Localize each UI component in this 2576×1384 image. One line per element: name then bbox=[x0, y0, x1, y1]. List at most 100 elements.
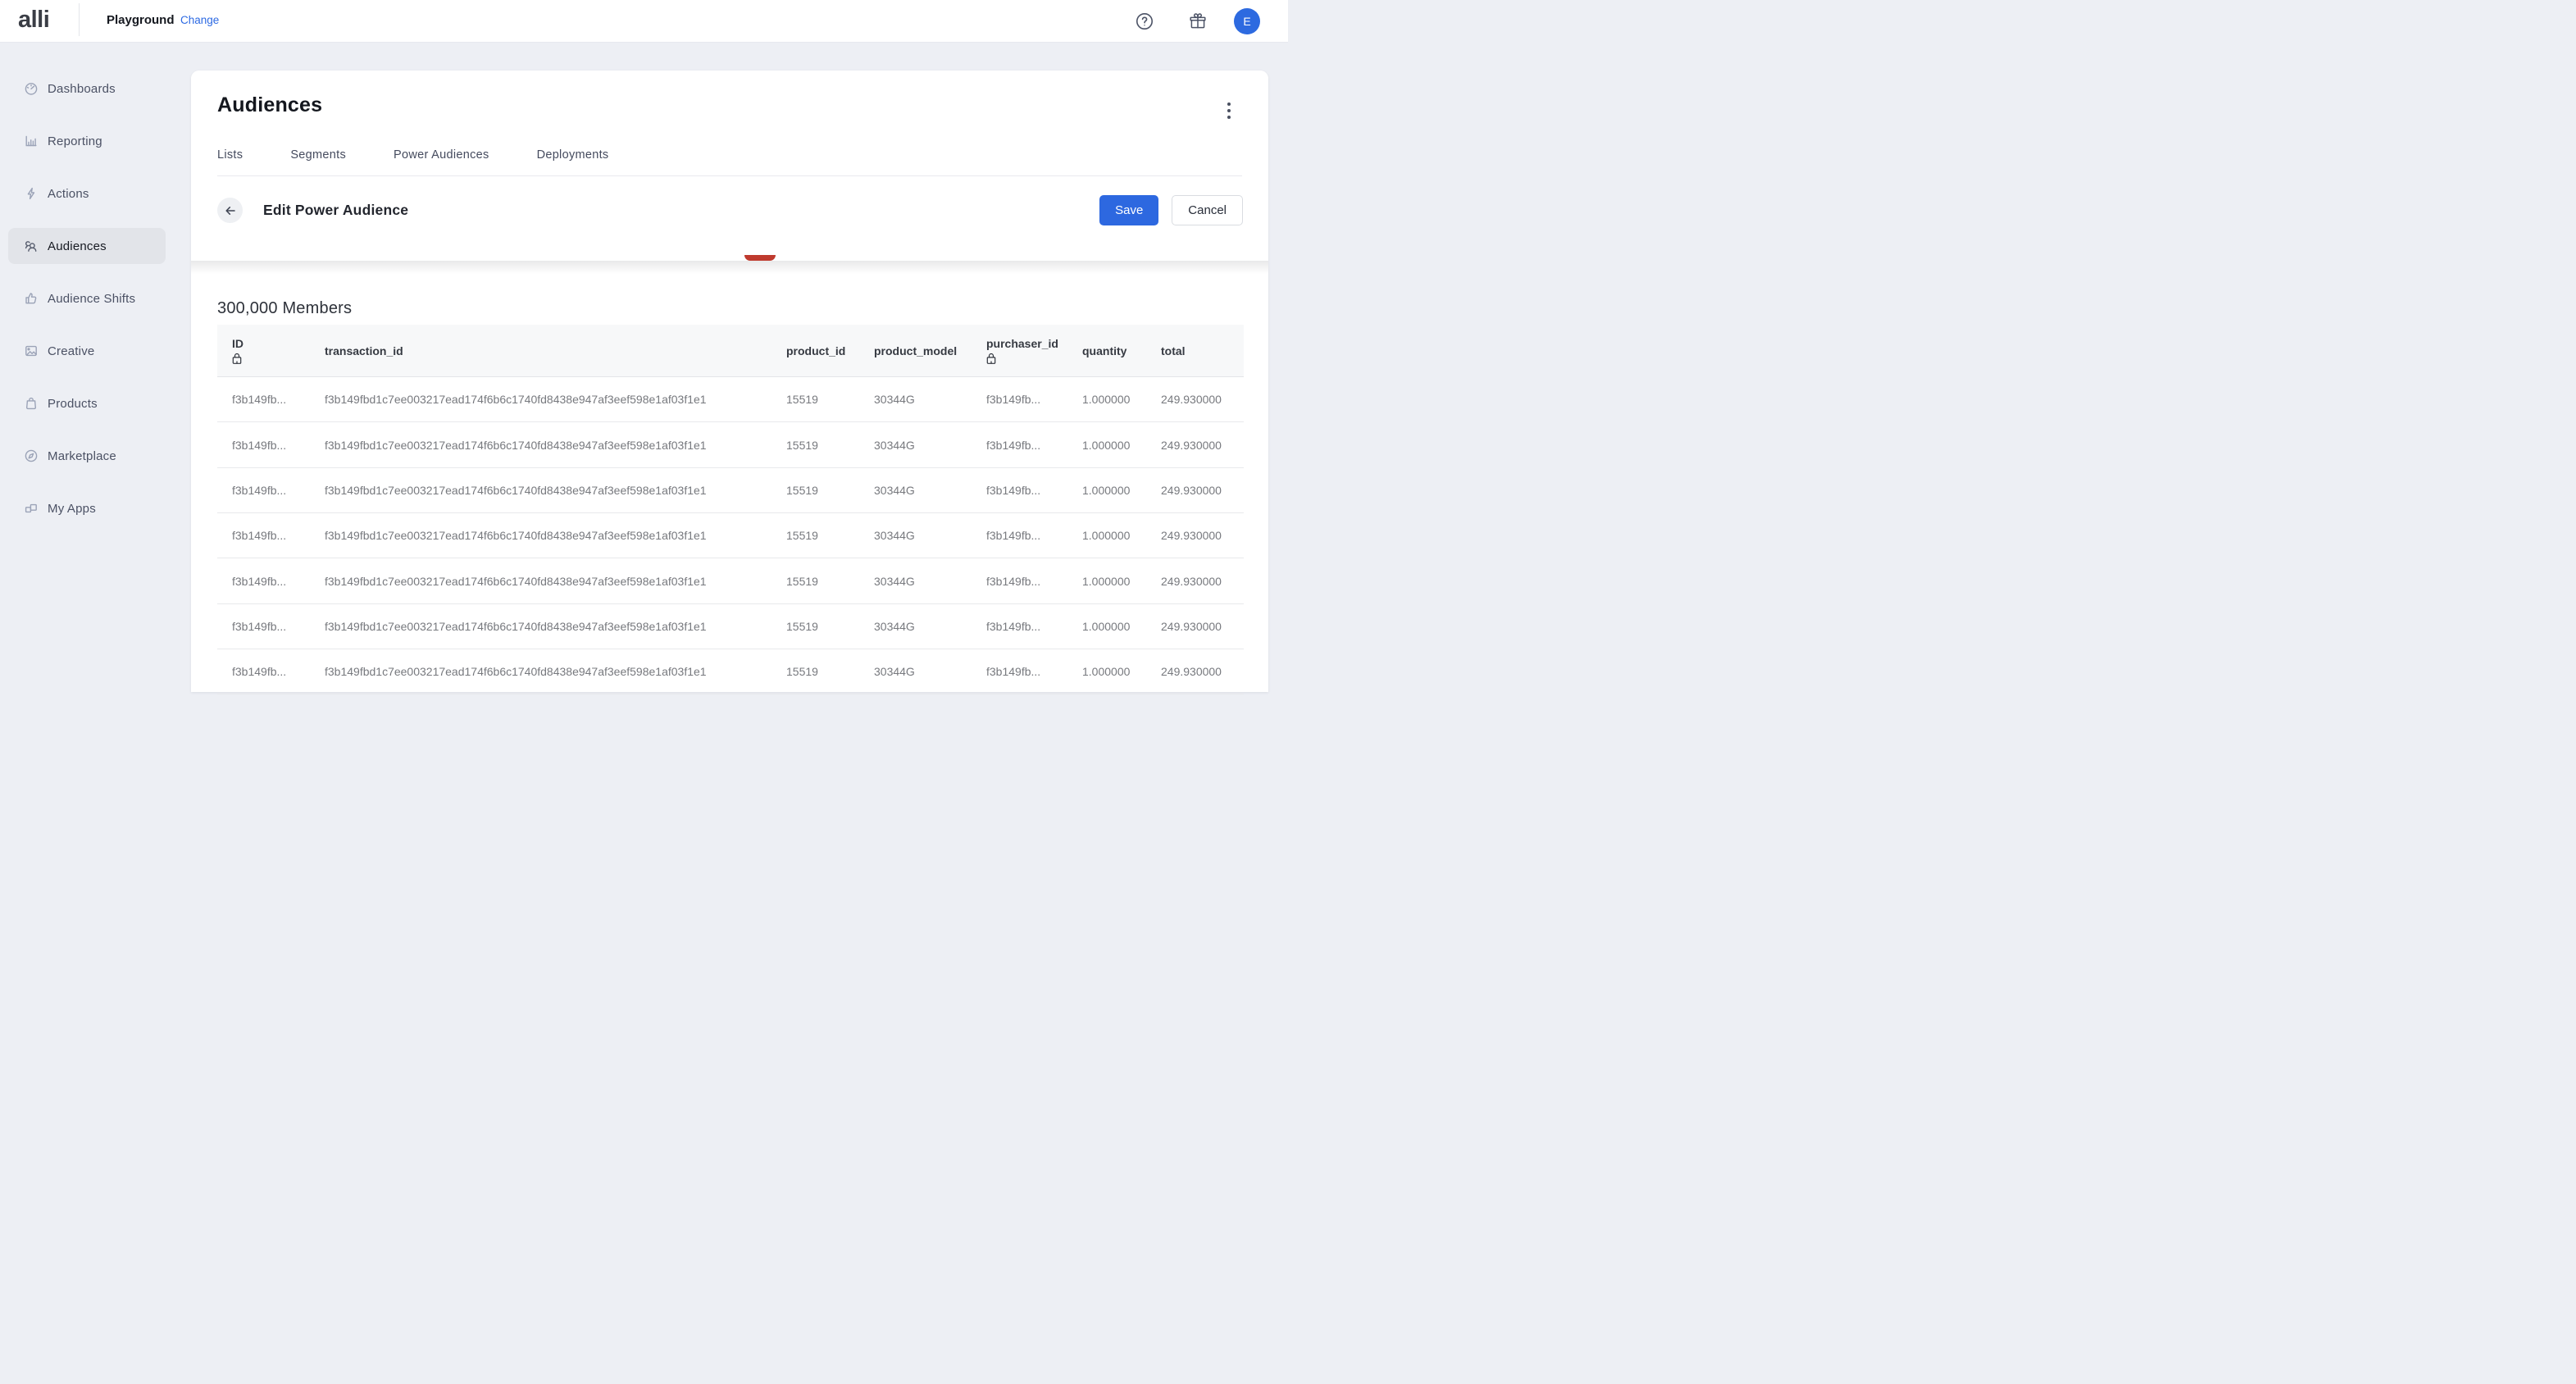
cell-purchaser_id: f3b149fb... bbox=[972, 513, 1067, 558]
cell-product_id: 15519 bbox=[771, 604, 859, 649]
table-body: f3b149fb...f3b149fbd1c7ee003217ead174f6b… bbox=[217, 377, 1244, 694]
cell-transaction_id: f3b149fbd1c7ee003217ead174f6b6c1740fd843… bbox=[310, 558, 771, 603]
column-header-purchaser_id: purchaser_id bbox=[972, 325, 1067, 376]
cell-total: 249.930000 bbox=[1146, 558, 1244, 603]
sidebar-item-my-apps[interactable]: My Apps bbox=[8, 490, 166, 526]
table-row: f3b149fb...f3b149fbd1c7ee003217ead174f6b… bbox=[217, 377, 1244, 422]
sidebar-item-label: Reporting bbox=[48, 134, 102, 148]
tab-segments[interactable]: Segments bbox=[290, 148, 346, 162]
tab-deployments[interactable]: Deployments bbox=[537, 148, 609, 162]
cell-total: 249.930000 bbox=[1146, 649, 1244, 694]
cell-product_model: 30344G bbox=[859, 468, 972, 512]
cell-total: 249.930000 bbox=[1146, 604, 1244, 649]
cell-transaction_id: f3b149fbd1c7ee003217ead174f6b6c1740fd843… bbox=[310, 513, 771, 558]
tab-power-audiences[interactable]: Power Audiences bbox=[394, 148, 489, 162]
sidebar-item-marketplace[interactable]: Marketplace bbox=[8, 438, 166, 474]
cell-product_model: 30344G bbox=[859, 558, 972, 603]
sidebar-item-actions[interactable]: Actions bbox=[8, 175, 166, 212]
sidebar-item-label: Audience Shifts bbox=[48, 292, 135, 306]
cell-product_id: 15519 bbox=[771, 422, 859, 467]
topbar-divider bbox=[79, 3, 80, 36]
rewards-button[interactable] bbox=[1187, 11, 1208, 32]
sidebar-item-label: Creative bbox=[48, 344, 94, 358]
column-label: product_id bbox=[786, 344, 845, 357]
members-count-heading: 300,000 Members bbox=[217, 299, 1244, 318]
cell-product_model: 30344G bbox=[859, 422, 972, 467]
workspace-name: Playground bbox=[107, 13, 175, 27]
table-row: f3b149fb...f3b149fbd1c7ee003217ead174f6b… bbox=[217, 513, 1244, 558]
bolt-icon bbox=[24, 186, 39, 201]
audiences-panel: Audiences Lists Segments Power Audiences… bbox=[191, 71, 1268, 692]
bar-chart-icon bbox=[24, 134, 39, 148]
column-label: product_model bbox=[874, 344, 957, 357]
image-icon bbox=[24, 344, 39, 358]
sidebar-item-label: Marketplace bbox=[48, 449, 116, 463]
bag-icon bbox=[24, 396, 39, 411]
cell-id: f3b149fb... bbox=[217, 604, 310, 649]
cell-total: 249.930000 bbox=[1146, 468, 1244, 512]
column-label: total bbox=[1161, 344, 1186, 357]
cell-quantity: 1.000000 bbox=[1067, 558, 1146, 603]
cell-id: f3b149fb... bbox=[217, 513, 310, 558]
save-button[interactable]: Save bbox=[1099, 195, 1158, 225]
edit-power-audience-title: Edit Power Audience bbox=[263, 202, 408, 219]
cell-quantity: 1.000000 bbox=[1067, 377, 1146, 421]
sidebar-item-label: My Apps bbox=[48, 502, 96, 516]
column-header-total: total bbox=[1146, 325, 1244, 376]
cell-product_id: 15519 bbox=[771, 558, 859, 603]
cell-product_id: 15519 bbox=[771, 649, 859, 694]
table-row: f3b149fb...f3b149fbd1c7ee003217ead174f6b… bbox=[217, 558, 1244, 603]
help-button[interactable] bbox=[1134, 11, 1155, 32]
sidebar-item-audiences[interactable]: Audiences bbox=[8, 228, 166, 264]
sidebar-item-products[interactable]: Products bbox=[8, 385, 166, 421]
cancel-button[interactable]: Cancel bbox=[1172, 195, 1243, 225]
cell-quantity: 1.000000 bbox=[1067, 604, 1146, 649]
column-header-product_id: product_id bbox=[771, 325, 859, 376]
user-avatar[interactable]: E bbox=[1234, 8, 1260, 34]
sidebar: Dashboards Reporting Actions Audiences A… bbox=[0, 42, 191, 692]
cell-id: f3b149fb... bbox=[217, 649, 310, 694]
column-header-product_model: product_model bbox=[859, 325, 972, 376]
gauge-icon bbox=[24, 81, 39, 96]
sidebar-item-label: Actions bbox=[48, 187, 89, 201]
cell-product_id: 15519 bbox=[771, 513, 859, 558]
hidden-red-button[interactable] bbox=[744, 255, 776, 261]
arrow-left-icon bbox=[223, 203, 238, 218]
cell-total: 249.930000 bbox=[1146, 513, 1244, 558]
column-header-transaction_id: transaction_id bbox=[310, 325, 771, 376]
cell-quantity: 1.000000 bbox=[1067, 649, 1146, 694]
sidebar-item-creative[interactable]: Creative bbox=[8, 333, 166, 369]
lock-icon bbox=[986, 353, 996, 365]
back-button[interactable] bbox=[217, 198, 243, 223]
blocks-icon bbox=[24, 501, 39, 516]
sidebar-item-audience-shifts[interactable]: Audience Shifts bbox=[8, 280, 166, 316]
cell-total: 249.930000 bbox=[1146, 422, 1244, 467]
audience-tabs: Lists Segments Power Audiences Deploymen… bbox=[217, 148, 1242, 176]
lock-icon bbox=[232, 353, 242, 365]
tab-lists[interactable]: Lists bbox=[217, 148, 243, 162]
more-options-button[interactable] bbox=[1221, 100, 1237, 121]
panel-sticky-header: Audiences Lists Segments Power Audiences… bbox=[191, 71, 1268, 261]
sidebar-item-label: Products bbox=[48, 397, 98, 411]
cell-product_model: 30344G bbox=[859, 604, 972, 649]
alli-logo[interactable]: alli bbox=[18, 7, 49, 34]
cell-quantity: 1.000000 bbox=[1067, 422, 1146, 467]
gift-icon bbox=[1188, 11, 1208, 31]
sidebar-item-dashboards[interactable]: Dashboards bbox=[8, 71, 166, 107]
cell-transaction_id: f3b149fbd1c7ee003217ead174f6b6c1740fd843… bbox=[310, 604, 771, 649]
sidebar-item-reporting[interactable]: Reporting bbox=[8, 123, 166, 159]
cell-purchaser_id: f3b149fb... bbox=[972, 422, 1067, 467]
column-header-id: ID bbox=[217, 325, 310, 376]
cell-product_model: 30344G bbox=[859, 377, 972, 421]
column-label: purchaser_id bbox=[986, 337, 1058, 350]
edit-power-audience-bar: Edit Power Audience Save Cancel bbox=[217, 176, 1242, 261]
change-workspace-link[interactable]: Change bbox=[180, 14, 219, 26]
topbar: alli Playground Change E bbox=[0, 0, 1288, 43]
cell-id: f3b149fb... bbox=[217, 422, 310, 467]
cell-transaction_id: f3b149fbd1c7ee003217ead174f6b6c1740fd843… bbox=[310, 468, 771, 512]
table-row: f3b149fb... f3b149fbd1c7ee003217ead174f6b… bbox=[217, 468, 1244, 513]
cell-product_id: 15519 bbox=[771, 377, 859, 421]
cell-purchaser_id: f3b149fb... bbox=[972, 468, 1067, 512]
table-row: f3b149fb...f3b149fbd1c7ee003217ead174f6b… bbox=[217, 649, 1244, 694]
members-section: 300,000 Members IDtransaction_id product_… bbox=[191, 299, 1268, 694]
